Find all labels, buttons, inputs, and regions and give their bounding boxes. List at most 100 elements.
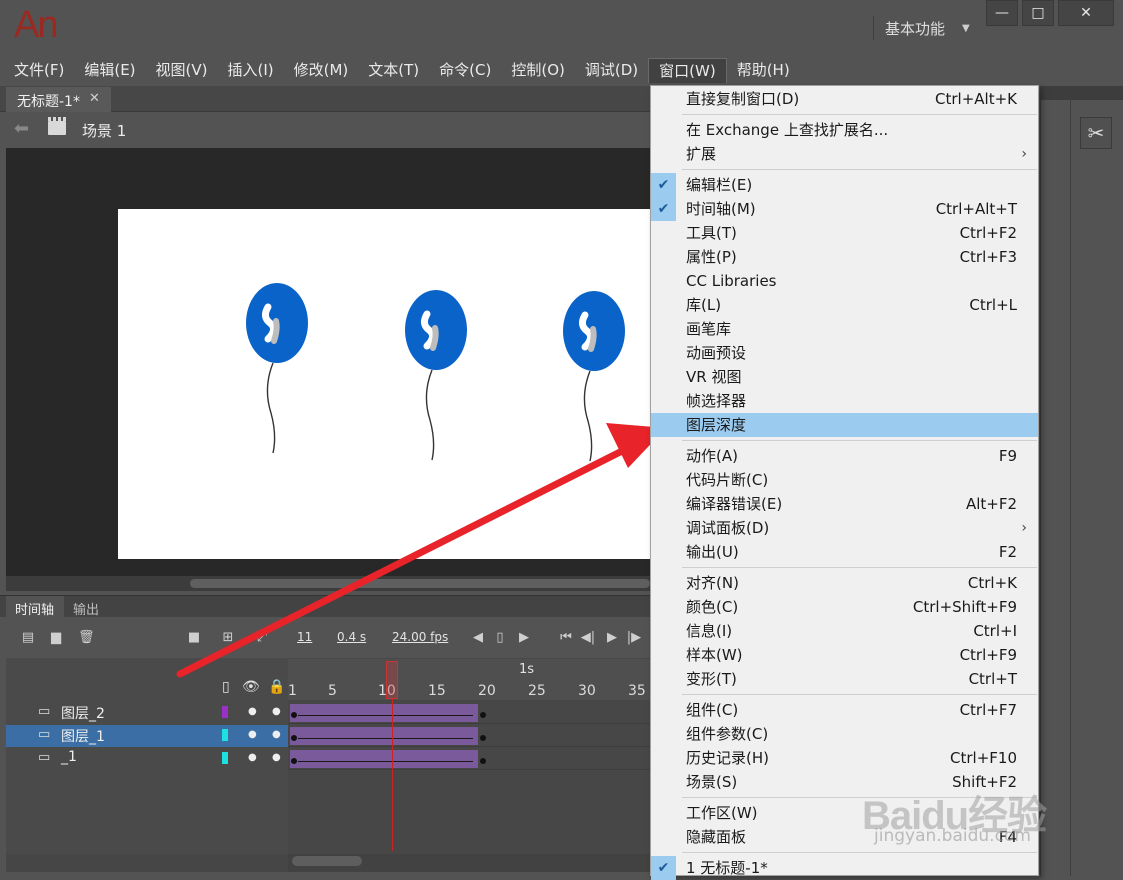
visibility-dot[interactable]: ●	[248, 729, 257, 740]
new-layer-icon[interactable]: ▤	[20, 630, 36, 645]
layer-name[interactable]: 图层_2	[61, 703, 105, 723]
window-menu-item[interactable]: 对齐(N) Ctrl+K	[651, 571, 1038, 595]
parenting-icon[interactable]: ⊞	[220, 630, 236, 645]
step-forward-icon[interactable]: |▶	[626, 630, 642, 645]
menu-8[interactable]: 调试(D)	[575, 58, 648, 83]
menu-7[interactable]: 控制(O)	[501, 58, 575, 83]
window-menu-item[interactable]: 动画预设	[651, 341, 1038, 365]
layer-depth-icon[interactable]: ⤢	[254, 630, 270, 645]
elapsed-time[interactable]: 0.4 s	[337, 630, 366, 644]
window-menu-item[interactable]: 输出(U) F2	[651, 540, 1038, 564]
eye-icon[interactable]: 👁	[242, 679, 260, 695]
menu-0[interactable]: 文件(F)	[4, 58, 74, 83]
layer-row[interactable]: ▭ _1 ● ●	[6, 748, 288, 770]
layer-name[interactable]: _1	[61, 749, 77, 765]
chevron-down-icon[interactable]: ▼	[962, 23, 970, 34]
window-menu-item[interactable]: 图层深度	[651, 413, 1038, 437]
visibility-dot[interactable]: ●	[248, 752, 257, 763]
keyframe[interactable]	[291, 712, 297, 718]
window-menu-item[interactable]: 组件参数(C)	[651, 722, 1038, 746]
stage-canvas[interactable]	[118, 209, 650, 559]
layer-scrollbar[interactable]	[6, 854, 288, 872]
window-menu-item[interactable]: 画笔库	[651, 317, 1038, 341]
keyframe[interactable]	[480, 735, 486, 741]
lock-dot[interactable]: ●	[272, 706, 281, 717]
close-button[interactable]: ✕	[1058, 0, 1114, 26]
window-menu-item[interactable]: 在 Exchange 上查找扩展名...	[651, 118, 1038, 142]
layer-row[interactable]: ▭ 图层_1 ● ●	[6, 725, 288, 747]
lock-dot[interactable]: ●	[272, 729, 281, 740]
play-icon[interactable]: ▶	[604, 630, 620, 645]
classic-tween-span[interactable]	[290, 727, 478, 745]
tab-output[interactable]: 输出	[73, 599, 99, 618]
window-menu-item[interactable]: 扩展 ›	[651, 142, 1038, 166]
frame-rate[interactable]: 24.00 fps	[392, 630, 448, 644]
menu-3[interactable]: 插入(I)	[218, 58, 284, 83]
balloon[interactable]	[246, 283, 308, 454]
window-menu-item[interactable]: ✔ 编辑栏(E)	[651, 173, 1038, 197]
tab-timeline[interactable]: 时间轴	[6, 596, 64, 618]
menu-2[interactable]: 视图(V)	[146, 58, 218, 83]
lock-dot[interactable]: ●	[272, 752, 281, 763]
menu-6[interactable]: 命令(C)	[429, 58, 501, 83]
wrench-icon[interactable]: ✂	[1080, 117, 1112, 149]
window-menu-item[interactable]: 动作(A) F9	[651, 444, 1038, 468]
delete-icon[interactable]: 🗑	[78, 630, 95, 645]
window-menu-item[interactable]: 帧选择器	[651, 389, 1038, 413]
window-menu-item[interactable]: 信息(I) Ctrl+I	[651, 619, 1038, 643]
window-menu-item[interactable]: 编译器错误(E) Alt+F2	[651, 492, 1038, 516]
new-folder-icon[interactable]: ▆	[48, 630, 64, 645]
window-menu-item[interactable]: CC Libraries	[651, 269, 1038, 293]
step-back-icon[interactable]: ◀|	[580, 630, 596, 645]
layer-color-swatch[interactable]	[222, 706, 228, 718]
go-first-icon[interactable]: ⏮	[558, 630, 574, 645]
window-menu-item[interactable]: 直接复制窗口(D) Ctrl+Alt+K	[651, 87, 1038, 111]
window-menu-item[interactable]: 颜色(C) Ctrl+Shift+F9	[651, 595, 1038, 619]
timeline-scroll-thumb[interactable]	[292, 856, 362, 866]
layer-color-swatch[interactable]	[222, 752, 228, 764]
window-menu-item[interactable]: 组件(C) Ctrl+F7	[651, 698, 1038, 722]
maximize-button[interactable]: □	[1022, 0, 1054, 26]
next-frame-icon[interactable]: ▶	[516, 630, 532, 645]
classic-tween-span[interactable]	[290, 750, 478, 768]
outline-icon[interactable]: ▯	[222, 679, 230, 695]
workspace-switcher[interactable]: 基本功能	[885, 18, 945, 39]
window-menu-item[interactable]: 库(L) Ctrl+L	[651, 293, 1038, 317]
window-menu-item[interactable]: ✔ 时间轴(M) Ctrl+Alt+T	[651, 197, 1038, 221]
prev-frame-icon[interactable]: ◀	[470, 630, 486, 645]
window-menu-item[interactable]: 样本(W) Ctrl+F9	[651, 643, 1038, 667]
menu-4[interactable]: 修改(M)	[284, 58, 359, 83]
minimize-button[interactable]: —	[986, 0, 1018, 26]
lock-icon[interactable]: 🔒	[268, 679, 285, 695]
keyframe[interactable]	[291, 735, 297, 741]
layer-color-swatch[interactable]	[222, 729, 228, 741]
layer-name[interactable]: 图层_1	[61, 726, 105, 746]
camera-icon[interactable]: ■	[186, 630, 202, 645]
center-playhead-icon[interactable]: ▯	[492, 630, 508, 645]
layer-row[interactable]: ▭ 图层_2 ● ●	[6, 702, 288, 724]
window-menu-item[interactable]: 历史记录(H) Ctrl+F10	[651, 746, 1038, 770]
window-menu-item[interactable]: ✔ 1 无标题-1*	[651, 856, 1038, 880]
window-menu-item[interactable]: 变形(T) Ctrl+T	[651, 667, 1038, 691]
back-arrow-icon[interactable]: ⬅	[14, 118, 29, 139]
window-menu-item[interactable]: 调试面板(D) ›	[651, 516, 1038, 540]
window-menu-item[interactable]: 工具(T) Ctrl+F2	[651, 221, 1038, 245]
menu-1[interactable]: 编辑(E)	[74, 58, 145, 83]
balloon[interactable]	[563, 291, 625, 462]
visibility-dot[interactable]: ●	[248, 706, 257, 717]
playhead[interactable]	[386, 661, 398, 699]
classic-tween-span[interactable]	[290, 704, 478, 722]
menu-10[interactable]: 帮助(H)	[727, 58, 800, 83]
window-menu-item[interactable]: VR 视图	[651, 365, 1038, 389]
keyframe[interactable]	[291, 758, 297, 764]
keyframe[interactable]	[480, 758, 486, 764]
balloon[interactable]	[405, 290, 467, 461]
window-menu-item[interactable]: 属性(P) Ctrl+F3	[651, 245, 1038, 269]
keyframe[interactable]	[480, 712, 486, 718]
close-tab-icon[interactable]: ✕	[89, 91, 100, 106]
menu-5[interactable]: 文本(T)	[358, 58, 429, 83]
stage-scroll-thumb[interactable]	[190, 579, 650, 588]
window-menu-item[interactable]: 代码片断(C)	[651, 468, 1038, 492]
current-frame[interactable]: 11	[297, 630, 312, 644]
menu-9[interactable]: 窗口(W)	[648, 58, 727, 83]
